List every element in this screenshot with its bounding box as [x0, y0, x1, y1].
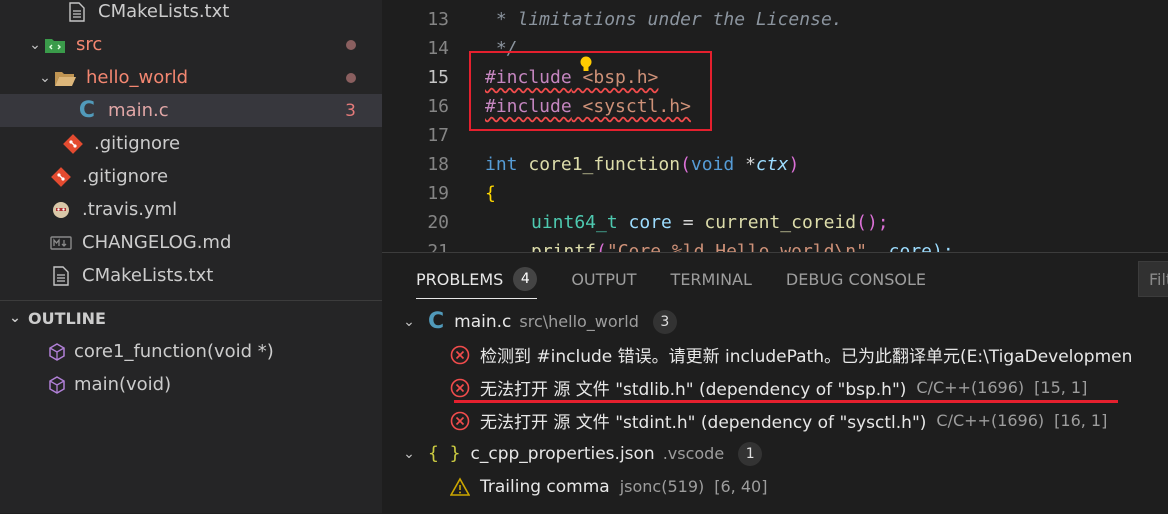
problem-source: jsonc(519)	[619, 477, 705, 496]
error-icon	[450, 345, 470, 365]
markdown-icon	[50, 232, 72, 254]
code-line-20: 20 uint64_t core = current_coreid ();	[427, 212, 889, 233]
problem-file-name: main.c	[454, 311, 512, 332]
cube-icon	[46, 341, 68, 363]
tree-item-label: CMakeLists.txt	[82, 265, 214, 286]
outline-item-core1[interactable]: core1_function(void *)	[0, 335, 382, 368]
problem-item[interactable]: 检测到 #include 错误。请更新 includePath。已为此翻译单元(…	[382, 338, 1168, 371]
problem-source: C/C++(1696)	[916, 378, 1025, 397]
annotation-box	[469, 51, 712, 131]
tree-item-label: CHANGELOG.md	[82, 232, 232, 253]
outline-item-label: main(void)	[74, 374, 172, 395]
tree-item-label: .gitignore	[94, 133, 181, 154]
file-lines-icon	[66, 1, 88, 23]
git-icon	[62, 133, 84, 155]
tree-item-cmakelists[interactable]: CMakeLists.txt	[0, 259, 382, 292]
error-icon	[450, 411, 470, 431]
tree-item-label: CMakeLists.txt	[98, 1, 230, 22]
problem-count-badge: 3	[652, 309, 677, 334]
problem-position: [16, 1]	[1054, 411, 1108, 430]
tree-item-label: main.c	[108, 100, 169, 121]
outline-item-main[interactable]: main(void)	[0, 368, 382, 401]
outline-header[interactable]: ⌄ OUTLINE	[0, 300, 382, 335]
tab-debug-console[interactable]: DEBUG CONSOLE	[786, 253, 926, 305]
tab-terminal[interactable]: TERMINAL	[671, 253, 752, 305]
panel-tabs: PROBLEMS 4 OUTPUT TERMINAL DEBUG CONSOLE	[382, 253, 1168, 305]
file-lines-icon	[50, 265, 72, 287]
explorer-sidebar: CMakeLists.txt ⌄ src ⌄ hello_world C mai…	[0, 0, 382, 513]
tree-item-label: .travis.yml	[82, 199, 178, 220]
modified-dot	[346, 39, 356, 50]
problem-position: [6, 40]	[714, 477, 768, 496]
c-file-icon: C	[428, 309, 445, 334]
tree-item-gitignore[interactable]: .gitignore	[0, 160, 382, 193]
problem-group-main-c[interactable]: ⌄ C main.c src\hello_world 3	[382, 305, 1168, 338]
outline-title: OUTLINE	[28, 308, 106, 328]
braces-icon: { }	[428, 443, 461, 464]
folder-code-icon	[44, 34, 66, 56]
chevron-down-icon[interactable]: ⌄	[6, 309, 24, 327]
error-icon	[450, 378, 470, 398]
chevron-down-icon[interactable]: ⌄	[400, 445, 418, 463]
tree-item-label: .gitignore	[82, 166, 169, 187]
tab-output[interactable]: OUTPUT	[571, 253, 636, 305]
outline-item-label: core1_function(void *)	[74, 341, 274, 362]
tree-item-hello-world[interactable]: ⌄ hello_world	[0, 61, 382, 94]
warning-icon	[450, 476, 470, 497]
annotation-underline	[454, 400, 1118, 403]
tree-item-label: src	[76, 34, 103, 55]
problem-item[interactable]: 无法打开 源 文件 "stdint.h" (dependency of "sys…	[382, 404, 1168, 437]
chevron-down-icon[interactable]: ⌄	[26, 36, 44, 54]
c-file-icon: C	[78, 98, 96, 123]
problem-message: 无法打开 源 文件 "stdlib.h" (dependency of "bsp…	[480, 380, 907, 400]
problem-message: 检测到 #include 错误。请更新 includePath。已为此翻译单元(…	[480, 347, 1133, 367]
tree-item-src[interactable]: ⌄ src	[0, 28, 382, 61]
chevron-down-icon[interactable]: ⌄	[400, 313, 418, 331]
problem-item[interactable]: Trailing comma jsonc(519) [6, 40]	[382, 470, 1168, 503]
travis-icon	[50, 199, 72, 221]
tree-item-main-c[interactable]: C main.c 3	[0, 94, 382, 127]
problem-count-badge: 1	[738, 441, 763, 466]
problem-message: 无法打开 源 文件 "stdint.h" (dependency of "sys…	[480, 413, 927, 433]
git-icon	[50, 166, 72, 188]
problem-file-path: src\hello_world	[519, 312, 639, 331]
folder-open-icon	[54, 67, 76, 89]
tree-item-changelog[interactable]: CHANGELOG.md	[0, 226, 382, 259]
tab-problems[interactable]: PROBLEMS 4	[416, 253, 538, 305]
filter-input[interactable]: Filter	[1138, 261, 1168, 297]
cube-icon	[46, 374, 68, 396]
code-line-21: 21 printf("Core %ld Hello world\n", core…	[427, 241, 954, 252]
bottom-panel: PROBLEMS 4 OUTPUT TERMINAL DEBUG CONSOLE…	[382, 252, 1168, 514]
tree-item-cmakelists-top[interactable]: CMakeLists.txt	[0, 0, 382, 28]
error-count-badge: 3	[345, 100, 356, 121]
tree-item-label: hello_world	[86, 67, 189, 88]
problems-count-badge: 4	[513, 267, 538, 291]
tree-item-gitignore-inner[interactable]: .gitignore	[0, 127, 382, 160]
problem-message: Trailing comma	[480, 476, 610, 497]
code-line-18: 18 int core1_function(void * ctx)	[427, 154, 800, 175]
problem-file-name: c_cpp_properties.json	[470, 443, 655, 464]
problem-position: [15, 1]	[1034, 378, 1088, 397]
problem-file-path: .vscode	[662, 444, 725, 463]
tree-item-travis[interactable]: .travis.yml	[0, 193, 382, 226]
code-line-13: 13 * limitations under the License.	[427, 9, 843, 30]
chevron-down-icon[interactable]: ⌄	[36, 69, 54, 87]
problem-group-c-cpp-properties[interactable]: ⌄ { } c_cpp_properties.json .vscode 1	[382, 437, 1168, 470]
problem-source: C/C++(1696)	[936, 411, 1045, 430]
modified-dot	[346, 72, 356, 83]
code-line-19: 19 {	[427, 183, 496, 204]
